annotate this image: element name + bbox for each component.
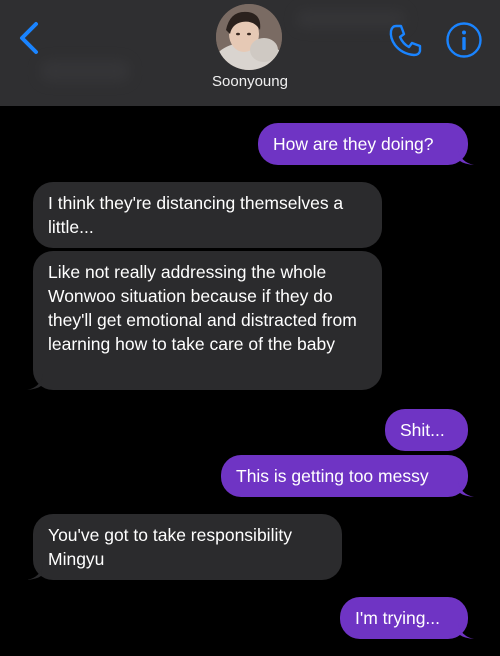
info-icon[interactable] xyxy=(445,21,483,59)
message-text: I'm trying... xyxy=(355,608,441,628)
bubble-tail xyxy=(458,623,474,639)
conversation-header: Soonyoung xyxy=(0,0,500,106)
received-message-bubble[interactable]: I think they're distancing themselves a … xyxy=(33,182,382,248)
received-message-bubble[interactable]: You've got to take responsibility Mingyu xyxy=(27,514,342,580)
bubble-tail xyxy=(458,481,474,497)
contact-name[interactable]: Soonyoung xyxy=(0,73,500,90)
message-text: You've got to take responsibility Mingyu xyxy=(48,525,292,569)
avatar[interactable] xyxy=(216,4,282,70)
received-message-bubble[interactable]: Like not really addressing the whole Won… xyxy=(27,251,382,390)
sent-message-bubble[interactable]: This is getting too messy xyxy=(221,455,474,497)
bubble-tail xyxy=(458,149,474,165)
bubble-tail xyxy=(27,374,43,390)
sent-message-bubble[interactable]: I'm trying... xyxy=(340,597,474,639)
message-text: Shit... xyxy=(400,420,445,440)
message-text: This is getting too messy xyxy=(236,466,429,486)
phone-icon[interactable] xyxy=(385,20,425,60)
sent-message-bubble[interactable]: Shit... xyxy=(385,409,468,451)
sent-message-bubble[interactable]: How are they doing? xyxy=(258,123,474,165)
chevron-left-icon[interactable] xyxy=(14,20,44,56)
message-text: I think they're distancing themselves a … xyxy=(48,193,344,237)
message-text: Like not really addressing the whole Won… xyxy=(48,262,357,354)
bubble-tail xyxy=(27,564,43,580)
message-text: How are they doing? xyxy=(273,134,434,154)
